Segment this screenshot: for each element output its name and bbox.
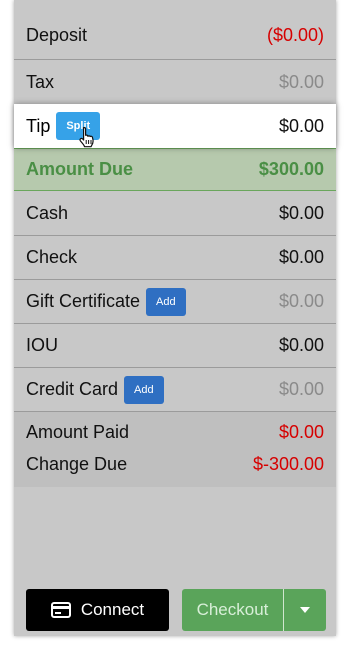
add-credit-card-button[interactable]: Add — [124, 375, 164, 404]
deposit-row: Deposit ($0.00) — [14, 12, 336, 58]
connect-button[interactable]: Connect — [26, 589, 169, 631]
amount-paid-label: Amount Paid — [26, 421, 130, 442]
iou-amount: $0.00 — [278, 335, 324, 355]
card-reader-icon — [50, 602, 71, 618]
payment-summary: Amount Paid $0.00 Change Due $-300.00 — [14, 411, 336, 487]
connect-label: Connect — [80, 600, 145, 619]
amount-due-label: Amount Due — [26, 159, 133, 179]
change-due-amount: $-300.00 — [252, 453, 324, 474]
checkout-button-group: Checkout — [182, 589, 326, 631]
gift-certificate-row: Gift Certificate Add $0.00 — [14, 280, 336, 323]
credit-card-amount: $0.00 — [278, 379, 324, 399]
amount-due-amount: $300.00 — [258, 159, 324, 179]
iou-row[interactable]: IOU $0.00 — [14, 324, 336, 367]
payment-panel: Deposit ($0.00) Tax $0.00 Tip Split $0.0… — [14, 0, 336, 636]
amount-paid-row: Amount Paid $0.00 — [14, 417, 336, 447]
change-due-label: Change Due — [26, 453, 128, 474]
add-gift-certificate-button[interactable]: Add — [146, 287, 186, 316]
tip-row[interactable]: Tip Split $0.00 — [14, 104, 336, 148]
deposit-amount: ($0.00) — [266, 24, 324, 45]
hand-pointer-icon — [79, 126, 95, 148]
tax-amount: $0.00 — [278, 71, 324, 92]
caret-down-icon — [300, 607, 310, 613]
check-row[interactable]: Check $0.00 — [14, 236, 336, 279]
cash-row[interactable]: Cash $0.00 — [14, 192, 336, 235]
credit-card-label: Credit Card — [26, 379, 119, 399]
checkout-options-button[interactable] — [283, 589, 326, 631]
credit-card-row: Credit Card Add $0.00 — [14, 368, 336, 411]
divider — [14, 411, 336, 412]
checkout-button[interactable]: Checkout — [182, 589, 283, 631]
deposit-label: Deposit — [26, 24, 88, 45]
tax-label: Tax — [26, 71, 55, 92]
cash-amount: $0.00 — [278, 203, 324, 223]
checkout-label: Checkout — [196, 600, 269, 619]
split-tip-button[interactable]: Split — [56, 112, 101, 148]
check-amount: $0.00 — [278, 247, 324, 267]
cash-label: Cash — [26, 203, 69, 223]
gift-certificate-amount: $0.00 — [278, 291, 324, 311]
amount-due-row: Amount Due $300.00 — [14, 148, 336, 191]
iou-label: IOU — [26, 335, 59, 355]
change-due-row: Change Due $-300.00 — [14, 449, 336, 479]
amount-paid-amount: $0.00 — [278, 421, 324, 442]
check-label: Check — [26, 247, 78, 267]
tip-amount: $0.00 — [278, 115, 324, 136]
tax-row: Tax $0.00 — [14, 60, 336, 104]
gift-certificate-label: Gift Certificate — [26, 291, 141, 311]
action-bar: Connect Checkout — [26, 589, 326, 631]
tip-label: Tip — [26, 115, 51, 136]
